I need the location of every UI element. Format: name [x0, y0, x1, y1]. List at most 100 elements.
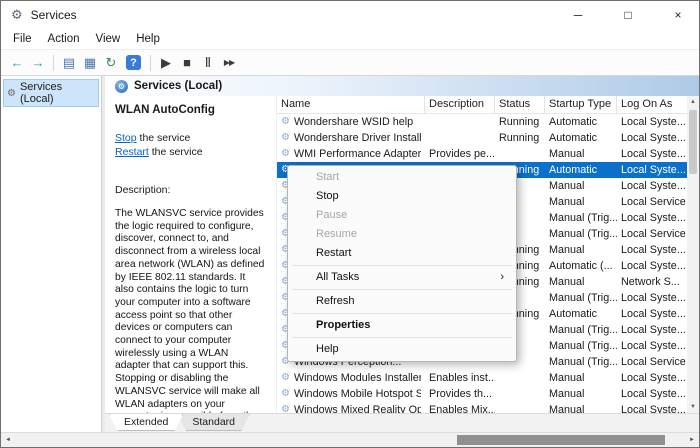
service-status-cell: Running	[499, 116, 540, 128]
refresh-icon[interactable]: ↻	[101, 53, 121, 73]
service-gear-icon: ⚙	[281, 372, 290, 383]
service-startup-cell: Automatic	[549, 132, 598, 144]
menu-help[interactable]: Help	[128, 31, 168, 47]
vertical-scroll-track[interactable]	[687, 108, 699, 401]
banner-title: Services (Local)	[134, 80, 223, 92]
context-menu-item-all-tasks[interactable]: All Tasks ›	[290, 268, 514, 287]
service-gear-icon: ⚙	[281, 116, 290, 127]
service-description-cell	[425, 130, 495, 146]
show-console-tree-icon[interactable]: ▤	[59, 53, 79, 73]
service-startup-cell: Manual (Trig...	[549, 324, 617, 336]
maximize-button[interactable]: □	[607, 1, 649, 29]
context-menu-item-help[interactable]: Help	[290, 340, 514, 359]
context-menu-separator	[292, 313, 512, 314]
service-name: Windows Modules Installer	[293, 372, 421, 384]
scroll-left-icon[interactable]: ◄	[1, 437, 15, 443]
service-startup-cell: Automatic (...	[549, 260, 613, 272]
context-menu-item-refresh[interactable]: Refresh	[290, 292, 514, 311]
menu-action[interactable]: Action	[40, 31, 88, 47]
vertical-scroll-thumb[interactable]	[689, 110, 697, 174]
tab-extended[interactable]: Extended	[109, 414, 184, 431]
services-node-icon: ⚙	[7, 87, 16, 99]
toolbar: ← → ▤ ▦ ↻? ▶ ■ Ⅱ ▶▶	[1, 50, 699, 76]
scroll-down-icon[interactable]: ▼	[687, 401, 699, 413]
restart-link-suffix: the service	[148, 146, 203, 158]
service-description-cell: Provides pe...	[429, 148, 495, 160]
service-logon-cell: Local Syste...	[621, 212, 686, 224]
horizontal-scroll-thumb[interactable]	[457, 435, 665, 445]
service-row[interactable]: ⚙ Windows Mixed Reality Op... Enables Mix.…	[277, 402, 687, 413]
services-banner-icon: ⚙	[115, 79, 128, 93]
service-logon-cell: Local Syste...	[621, 132, 686, 144]
service-logon-cell: Local Service	[621, 356, 686, 368]
export-list-icon[interactable]: ▦	[80, 53, 100, 73]
context-menu-item-label: Help	[316, 343, 339, 355]
column-header-status[interactable]: Status	[495, 96, 545, 113]
horizontal-scrollbar[interactable]: ◄ ►	[1, 432, 699, 447]
service-status-cell	[495, 370, 545, 386]
column-header-name[interactable]: Name	[277, 96, 425, 113]
title-bar: ⚙ Services ─ □ ×	[1, 1, 699, 29]
service-startup-cell: Manual (Trig...	[549, 292, 617, 304]
service-row[interactable]: ⚙ Windows Mobile Hotspot S... Provides th.…	[277, 386, 687, 402]
service-startup-cell: Manual	[549, 388, 585, 400]
context-menu-item-label: Start	[316, 171, 340, 183]
stop-service-link[interactable]: Stop	[115, 132, 137, 144]
column-header-startup-type[interactable]: Startup Type	[545, 96, 617, 113]
service-startup-cell: Manual	[549, 404, 585, 413]
service-row[interactable]: ⚙ Wondershare WSID help Running Automatic Lo…	[277, 114, 687, 130]
service-description-cell: Enables inst...	[429, 372, 495, 384]
service-startup-cell: Manual	[549, 148, 585, 160]
context-menu-separator	[292, 265, 512, 266]
tab-standard[interactable]: Standard	[177, 414, 250, 431]
stop-service-icon[interactable]: ■	[177, 53, 197, 73]
restart-service-icon[interactable]: ▶▶	[219, 53, 239, 73]
restart-service-link[interactable]: Restart	[115, 146, 149, 158]
close-button[interactable]: ×	[657, 1, 699, 29]
service-logon-cell: Local Service	[621, 196, 686, 208]
table-header: Name Description Status Startup Type Log On …	[277, 96, 687, 114]
menu-file[interactable]: File	[5, 31, 40, 47]
service-logon-cell: Local Syste...	[621, 180, 686, 192]
service-name: Wondershare WSID help	[293, 116, 414, 128]
service-gear-icon: ⚙	[281, 148, 290, 159]
tree-item-services-local[interactable]: ⚙ Services (Local)	[3, 79, 99, 107]
service-row[interactable]: ⚙ WMI Performance Adapter Provides pe... Ma…	[277, 146, 687, 162]
service-startup-cell: Manual	[549, 276, 585, 288]
context-menu-item-stop[interactable]: Stop	[290, 187, 514, 206]
service-name-cell: ⚙ Windows Modules Installer	[277, 370, 425, 386]
service-row[interactable]: ⚙Wondershare Driver Install S... Running A…	[277, 130, 687, 146]
service-row[interactable]: ⚙ Windows Modules Installer Enables inst..…	[277, 370, 687, 386]
horizontal-scroll-track[interactable]	[15, 433, 685, 447]
vertical-scrollbar[interactable]: ▲ ▼	[687, 96, 699, 413]
service-name: Windows Mobile Hotspot S...	[293, 388, 421, 400]
scroll-right-icon[interactable]: ►	[685, 437, 699, 443]
context-menu-item-restart[interactable]: Restart	[290, 244, 514, 263]
description-heading: Description:	[115, 184, 171, 196]
service-status-cell	[495, 386, 545, 402]
extended-taskpad: WLAN AutoConfig Stop the service Restart…	[105, 96, 277, 413]
view-tabs: Extended Standard	[105, 413, 699, 434]
scroll-up-icon[interactable]: ▲	[687, 96, 699, 108]
pause-service-icon[interactable]: Ⅱ	[198, 53, 218, 73]
service-logon-cell: Local Syste...	[621, 308, 686, 320]
service-startup-cell: Manual (Trig...	[549, 228, 617, 240]
start-service-icon[interactable]: ▶	[156, 53, 176, 73]
back-icon[interactable]: ←	[7, 53, 27, 73]
stop-link-suffix: the service	[136, 132, 191, 144]
forward-icon[interactable]: →	[28, 53, 48, 73]
context-menu-item-label: All Tasks	[316, 271, 360, 283]
column-header-log-on-as[interactable]: Log On As	[617, 96, 687, 113]
help-icon[interactable]: ?	[126, 55, 141, 70]
service-logon-cell: Local Syste...	[621, 324, 686, 336]
minimize-button[interactable]: ─	[557, 1, 599, 29]
column-header-description[interactable]: Description	[425, 96, 495, 113]
context-menu: Start Stop Pause Resume Restart All Tasks › Ref…	[287, 165, 517, 362]
context-menu-item-properties[interactable]: Properties	[290, 316, 514, 335]
service-logon-cell: Local Syste...	[621, 388, 686, 400]
service-logon-cell: Local Syste...	[621, 340, 686, 352]
services-app-icon: ⚙	[11, 7, 23, 22]
service-gear-icon: ⚙	[281, 388, 290, 399]
menu-view[interactable]: View	[88, 31, 129, 47]
service-description-cell: Provides th...	[429, 388, 493, 400]
